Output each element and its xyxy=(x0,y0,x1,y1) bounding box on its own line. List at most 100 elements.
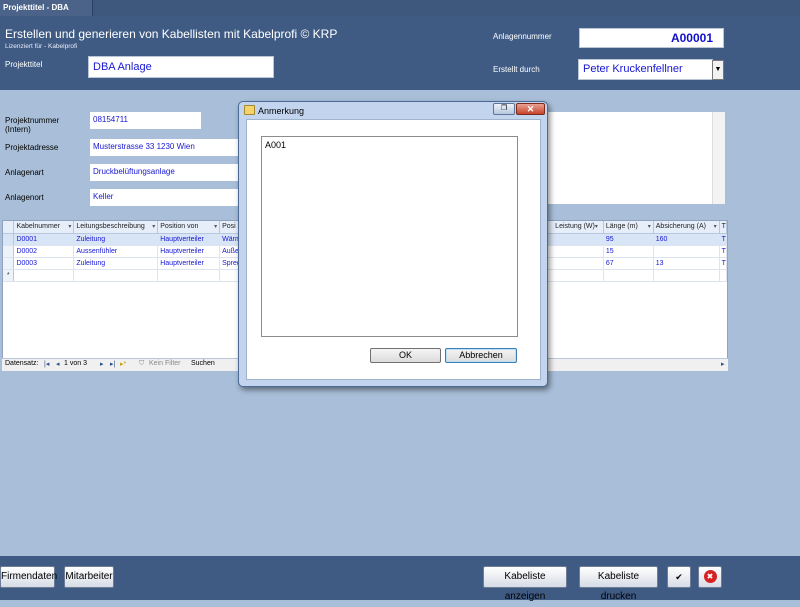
projektnummer-label: Projektnummer (Intern) xyxy=(5,116,60,134)
empty-cell[interactable] xyxy=(653,269,720,282)
record-position[interactable]: 1 von 3 xyxy=(64,360,87,367)
sort-icon[interactable]: ▾ xyxy=(714,223,719,230)
cell-position-von[interactable]: Hauptverteiler xyxy=(157,233,221,246)
column-header-label: Posi xyxy=(222,223,236,231)
column-header-label: Absicherung (A) xyxy=(655,223,706,231)
select-all-cell[interactable] xyxy=(3,221,15,234)
abbrechen-button[interactable]: Abbrechen xyxy=(445,348,517,363)
sort-icon[interactable]: ▾ xyxy=(68,223,73,230)
projektadresse-field[interactable]: Musterstrasse 33 1230 Wien xyxy=(90,139,240,156)
anlagennummer-label: Anlagennummer xyxy=(493,32,552,41)
cell-absicherung[interactable]: 160 xyxy=(653,233,720,246)
close-icon[interactable]: ✕ xyxy=(516,103,545,115)
erstellt-durch-label: Erstellt durch xyxy=(493,65,540,74)
anlagenort-label: Anlagenort xyxy=(5,193,44,202)
chevron-down-icon[interactable]: ▼ xyxy=(712,60,724,80)
dialog-title: Anmerkung xyxy=(258,106,305,116)
funnel-icon: ⛉ xyxy=(139,360,145,367)
row-selector[interactable] xyxy=(3,245,15,258)
last-record-icon[interactable]: ▸| xyxy=(110,360,115,368)
tab-strip xyxy=(0,0,800,16)
search-box[interactable]: Suchen xyxy=(191,360,215,367)
sort-icon[interactable]: ▾ xyxy=(152,223,157,230)
cell-position-von[interactable]: Hauptverteiler xyxy=(157,245,221,258)
prev-record-icon[interactable]: ◂ xyxy=(56,360,60,368)
filter-status[interactable]: Kein Filter xyxy=(149,360,181,367)
mitarbeiter-button[interactable]: Mitarbeiter xyxy=(64,566,114,588)
erstellt-durch-field[interactable]: Peter Kruckenfellner xyxy=(578,59,713,80)
anlagenort-field[interactable]: Keller xyxy=(90,189,240,206)
kabeliste-anzeigen-button[interactable]: Kabeliste anzeigen xyxy=(483,566,567,602)
column-header-label: T xyxy=(721,223,726,231)
tab-projekttitel[interactable]: Projekttitel - DBA Anlage xyxy=(0,0,93,28)
empty-cell[interactable] xyxy=(603,269,654,282)
folder-icon xyxy=(244,105,255,115)
projektnummer-field[interactable]: 08154711 xyxy=(90,112,201,129)
bemerkung-textarea[interactable] xyxy=(545,112,725,204)
empty-cell[interactable] xyxy=(547,269,604,282)
empty-cell[interactable] xyxy=(73,269,159,282)
column-header[interactable]: T xyxy=(719,221,728,234)
anmerkung-textarea[interactable]: A001 xyxy=(261,136,518,337)
row-selector[interactable] xyxy=(3,233,15,246)
cell-kabelnummer[interactable]: D0002 xyxy=(13,245,75,258)
empty-cell[interactable] xyxy=(719,269,728,282)
column-header-label: Kabelnummer xyxy=(16,223,61,231)
cell-kabelnummer[interactable]: D0001 xyxy=(13,233,75,246)
row-selector[interactable] xyxy=(3,257,15,270)
cell-t[interactable]: T xyxy=(719,233,728,246)
bemerkung-scrollbar[interactable] xyxy=(712,112,725,204)
license-text: Lizenziert für - Kabelprofi xyxy=(5,43,78,50)
scroll-right-icon[interactable]: ▸ xyxy=(721,360,725,368)
cell-t[interactable]: T xyxy=(719,245,728,258)
sort-icon[interactable]: ▾ xyxy=(595,223,600,230)
projektadresse-label: Projektadresse xyxy=(5,143,59,152)
column-header-label: Länge (m) xyxy=(605,223,638,231)
cell-leistung[interactable]: 60000 xyxy=(547,233,604,246)
column-header-label: Position von xyxy=(160,223,199,231)
app-title: Erstellen und generieren von Kabellisten… xyxy=(5,27,338,41)
firmendaten-button[interactable]: Firmendaten xyxy=(0,566,57,588)
column-header[interactable]: Leistung (W) ▾ xyxy=(547,221,604,234)
column-header[interactable]: Länge (m) ▾ xyxy=(603,221,654,234)
restore-icon[interactable]: ❐ xyxy=(493,103,515,115)
projekttitel-label: Projekttitel xyxy=(5,60,43,69)
cell-leistung[interactable]: 20 xyxy=(547,257,604,270)
new-record-icon[interactable]: ▸* xyxy=(120,360,126,368)
cell-beschreibung[interactable]: Zuleitung xyxy=(73,257,159,270)
column-header-label: Leistung (W) xyxy=(555,223,595,231)
column-header[interactable]: Absicherung (A) ▾ xyxy=(653,221,720,234)
datensatz-label: Datensatz: xyxy=(5,360,39,367)
sort-icon[interactable]: ▾ xyxy=(648,223,653,230)
cell-position-von[interactable]: Hauptverteiler xyxy=(157,257,221,270)
cell-laenge[interactable]: 95 xyxy=(603,233,654,246)
anlagennummer-field[interactable]: A00001 xyxy=(579,28,724,48)
column-header[interactable]: Leitungsbeschreibung ▾ xyxy=(73,221,159,234)
projekttitel-field[interactable]: DBA Anlage xyxy=(88,56,274,78)
next-record-icon[interactable]: ▸ xyxy=(100,360,104,368)
column-header[interactable]: Kabelnummer ▾ xyxy=(13,221,75,234)
cell-beschreibung[interactable]: Aussenfühler xyxy=(73,245,159,258)
cell-absicherung[interactable]: 13 xyxy=(653,257,720,270)
cancel-button[interactable]: ✖ xyxy=(698,566,722,588)
cell-laenge[interactable]: 67 xyxy=(603,257,654,270)
kabeliste-drucken-button[interactable]: Kabeliste drucken xyxy=(579,566,658,602)
cell-leistung[interactable]: 0 xyxy=(547,245,604,258)
empty-cell[interactable] xyxy=(13,269,75,282)
column-header-label: Leitungsbeschreibung xyxy=(76,223,145,231)
empty-cell[interactable] xyxy=(157,269,221,282)
check-icon[interactable]: ✔ xyxy=(667,566,691,588)
cancel-icon: ✖ xyxy=(703,570,717,583)
cell-beschreibung[interactable]: Zuleitung xyxy=(73,233,159,246)
new-record-marker[interactable]: * xyxy=(3,269,15,282)
cell-laenge[interactable]: 15 xyxy=(603,245,654,258)
cell-kabelnummer[interactable]: D0003 xyxy=(13,257,75,270)
sort-icon[interactable]: ▾ xyxy=(214,223,219,230)
anlagenart-label: Anlagenart xyxy=(5,168,44,177)
anlagenart-field[interactable]: Druckbelüftungsanlage xyxy=(90,164,240,181)
cell-t[interactable]: T xyxy=(719,257,728,270)
column-header[interactable]: Position von ▾ xyxy=(157,221,221,234)
ok-button[interactable]: OK xyxy=(370,348,441,363)
cell-absicherung[interactable] xyxy=(653,245,720,258)
first-record-icon[interactable]: |◂ xyxy=(44,360,49,368)
